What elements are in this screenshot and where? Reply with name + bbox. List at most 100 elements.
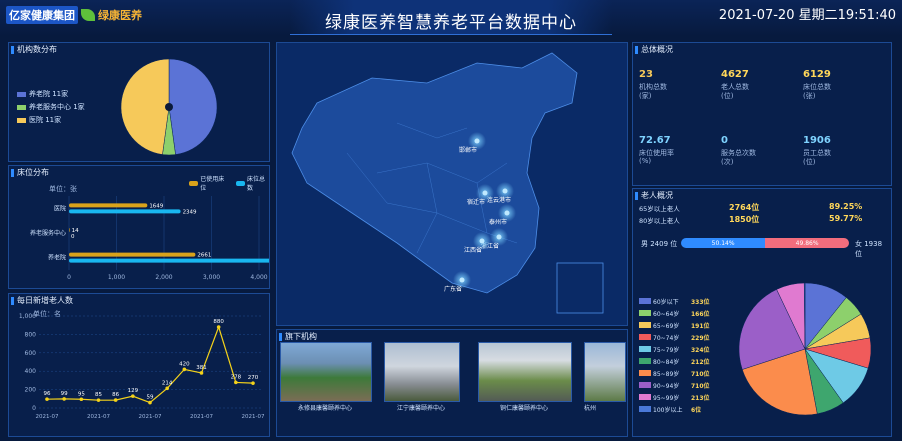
legend-count: 166位 [691,310,710,318]
female-count: 女 1938 位 [855,240,883,258]
location-label: 邯郸市 [459,146,477,154]
legend-label: 60~64岁 [653,310,680,318]
bar [69,228,70,232]
pie-slice [168,58,218,155]
data-label: 214 [162,380,173,386]
leaf-icon [81,9,95,21]
location-label: 宿迁市 [467,198,485,206]
x-tick-label: 0 [67,274,71,281]
legend-count: 191位 [691,322,710,330]
legend-swatch [639,346,651,352]
legend-label: 60岁以下 [653,298,679,306]
y-tick-label: 800 [25,331,37,338]
legend-item: 70~74岁 229位 [639,331,710,343]
institution-name: 铜仁康馨颐养中心 [499,405,548,412]
location-marker [502,188,508,194]
legend-count: 710位 [691,382,710,390]
legend-item: 95~99岁 213位 [639,391,710,403]
kpi-unit: (次) [721,158,734,166]
male-count: 男 2409 位 [641,240,678,248]
datetime: 2021-07-20 星期二19:51:40 [718,8,896,23]
legend-item: 80~84岁 212位 [639,355,710,367]
data-point [165,386,169,391]
male-pct: 50.14% [711,239,735,247]
x-tick-label: 2021-07 [190,414,213,420]
data-point [62,397,66,401]
legend-swatch [639,406,651,412]
female-segment: 49.86% [765,238,849,248]
legend-item: 60~64岁 166位 [639,307,710,319]
institution-name: 永修县康馨颐养中心 [297,405,352,412]
legend-label: 养老服务中心 1家 [29,103,85,111]
age-row-label: 65岁以上老人 [639,205,680,213]
panel-title: 旗下机构 [279,332,317,341]
location-marker [459,277,465,283]
legend-item: 60岁以下 333位 [639,295,710,307]
x-tick-label: 2021-07 [36,414,59,420]
panel-title: 老人概况 [635,191,673,200]
bed-distribution-panel: 床位分布 单位：张 已使用床位 床位总数 0 1,000 2,000 3,000 4,00… [8,165,270,289]
institution-photo-4[interactable] [584,342,626,402]
location-marker [504,210,510,216]
institution-photo-2[interactable] [384,342,460,402]
pie-center-dot [165,103,173,111]
kpi-value: 6129 [803,69,831,80]
age-row-count: 2764位 [729,203,760,212]
institution-distribution-panel: 机构数分布 养老院 11家 养老服务中心 1家 医院 11家 [8,42,270,162]
legend-label: 养老院 11家 [29,90,69,98]
data-label: 420 [179,361,190,367]
legend-label: 95~99岁 [653,394,680,402]
legend-count: 710位 [691,370,710,378]
kpi-value: 72.67 [639,135,671,146]
map-svg: 邯郸市连云港市宿迁市泰州市浙江省江西省广东省 [291,52,604,314]
data-label: 85 [95,392,102,398]
daily-line-chart: 0 200 400 600 800 1,000 96 99 95 85 86 129 59 214 420 3… [19,313,265,420]
elderly-overview-panel: 老人概况 65岁以上老人 2764位 89.25% 80岁以上老人 1850位 59.77… [632,188,892,437]
legend-count: 333位 [691,298,710,306]
gender-bar: 50.14% 49.86% [681,238,849,248]
y-tick-label: 600 [25,350,37,357]
bar-value-label: 1649 [149,203,163,209]
legend-item: 85~89岁 710位 [639,367,710,379]
y-tick-label: 200 [25,387,37,394]
legend-swatch [639,322,651,328]
x-tick-label: 3,000 [203,274,220,281]
age-row-pct: 89.25% [829,202,863,211]
data-label: 96 [44,391,51,397]
age-pie-chart [738,282,872,416]
legend-swatch [639,334,651,340]
x-tick-label: 2021-07 [242,414,265,420]
daily-new-elderly-panel: 每日新增老人数 单位：名 0 200 400 600 800 1,000 96 99 95 85 8… [8,293,270,437]
category-label: 养老院 [48,254,66,262]
data-label: 381 [196,365,207,371]
location-label: 泰州市 [489,218,507,226]
data-point [79,397,84,402]
y-tick-label: 400 [25,368,37,375]
female-pct: 49.86% [795,239,819,247]
south-sea-inset [556,262,604,314]
panel-title: 机构数分布 [11,45,57,54]
legend-swatch [639,298,651,304]
institution-photo-1[interactable] [280,342,372,402]
legend-count: 213位 [691,394,710,402]
legend-label: 70~74岁 [653,334,680,342]
pie-slice [120,58,170,155]
age-legend: 60岁以下 333位 60~64岁 166位 65~69岁 191位 70~74岁 229位 7… [639,295,710,415]
institution-photo-3[interactable] [478,342,572,402]
data-label: 99 [61,391,68,397]
legend-swatch [17,91,26,97]
location-marker [474,138,480,144]
country-outline [291,52,578,294]
institution-name: 杭州 [584,405,597,412]
legend-swatch [17,104,26,110]
bar [69,258,269,263]
china-map[interactable]: 邯郸市 连云港市 宿迁市 泰州市 浙江省 江西省 广东省 [276,42,628,326]
kpi-value: 1906 [803,135,831,146]
logo-primary: 亿家健康集团 [6,6,78,24]
kpi-unit: (家) [639,92,652,100]
data-label: 880 [213,319,224,325]
legend-swatch [639,358,651,364]
legend-swatch [639,394,651,400]
legend-item: 65~69岁 191位 [639,319,710,331]
data-point [96,398,101,402]
